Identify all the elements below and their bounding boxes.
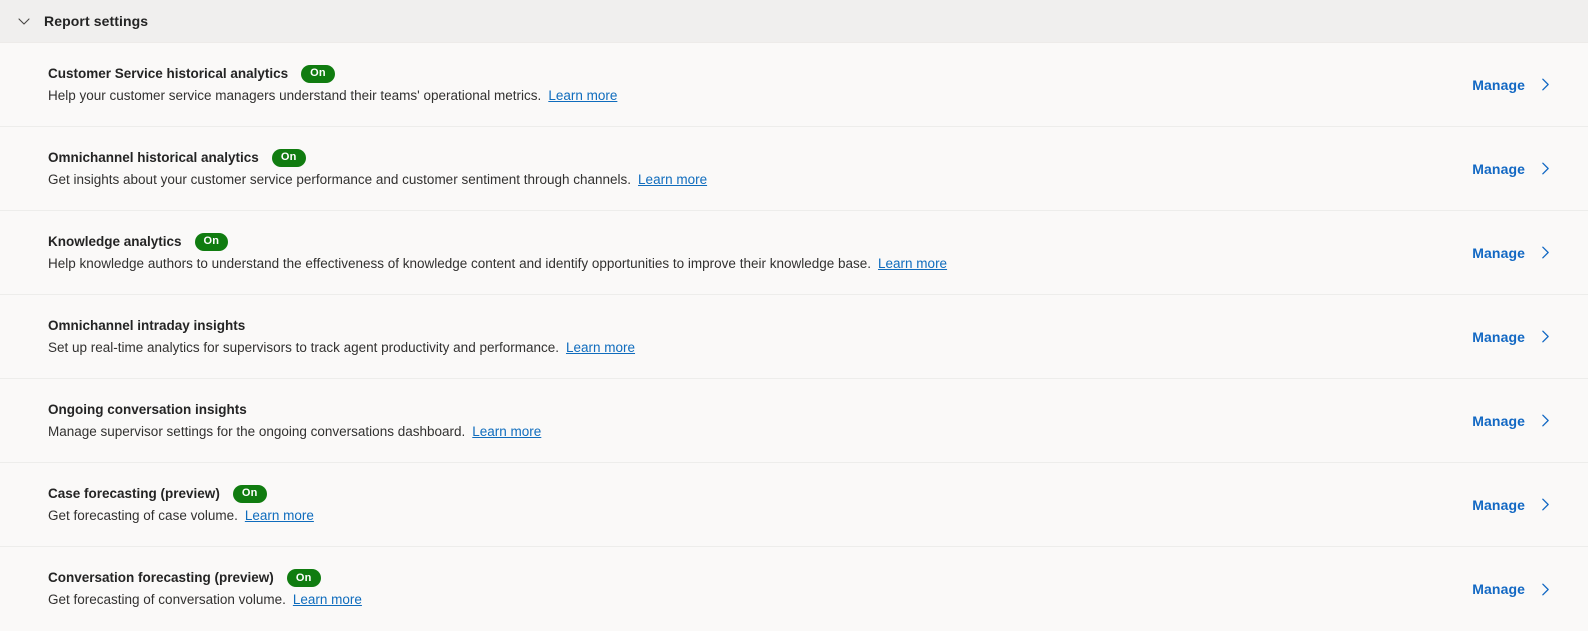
setting-description: Manage supervisor settings for the ongoi… [48,422,541,441]
chevron-right-icon [1537,160,1554,177]
chevron-right-icon [1537,581,1554,598]
manage-button[interactable]: Manage [1472,328,1554,345]
setting-description-text: Get insights about your customer service… [48,171,632,187]
table-row: Omnichannel intraday insights Set up real… [0,295,1588,379]
manage-button[interactable]: Manage [1472,581,1554,598]
learn-more-link[interactable]: Learn more [245,508,314,523]
manage-button[interactable]: Manage [1472,496,1554,513]
status-badge: On [271,148,306,167]
manage-label: Manage [1472,160,1525,177]
setting-info: Knowledge analytics On Help knowledge auth… [48,232,947,273]
report-settings-header[interactable]: Report settings [0,0,1588,43]
setting-title-line: Case forecasting (preview) On [48,484,314,503]
chevron-right-icon [1537,328,1554,345]
table-row: Conversation forecasting (preview) On Get … [0,547,1588,631]
setting-description-text: Help your customer service managers unde… [48,87,542,103]
setting-title-line: Omnichannel historical analytics On [48,148,707,167]
manage-button[interactable]: Manage [1472,412,1554,429]
setting-description: Get insights about your customer service… [48,170,707,189]
manage-button[interactable]: Manage [1472,76,1554,93]
setting-description-text: Manage supervisor settings for the ongoi… [48,423,466,439]
chevron-right-icon [1537,76,1554,93]
settings-list: Customer Service historical analytics On H… [0,43,1588,631]
setting-info: Ongoing conversation insights Manage supe… [48,401,541,441]
setting-info: Conversation forecasting (preview) On Get … [48,569,362,609]
setting-description: Get forecasting of conversation volume. L… [48,590,362,609]
setting-title-line: Omnichannel intraday insights [48,317,635,335]
setting-description-text: Set up real-time analytics for superviso… [48,339,559,355]
setting-title-line: Knowledge analytics On [48,232,947,251]
setting-title-line: Ongoing conversation insights [48,401,541,419]
page-title: Report settings [44,13,149,29]
manage-button[interactable]: Manage [1472,160,1554,177]
status-badge: On [194,232,229,251]
learn-more-link[interactable]: Learn more [293,592,362,607]
setting-description-text: Get forecasting of conversation volume. [48,592,286,607]
status-badge: On [301,64,335,83]
setting-title-line: Conversation forecasting (preview) On [48,569,362,587]
learn-more-link[interactable]: Learn more [548,88,617,103]
manage-label: Manage [1472,496,1525,513]
setting-title: Conversation forecasting (preview) [48,570,274,585]
learn-more-link[interactable]: Learn more [472,424,541,439]
setting-description: Help your customer service managers unde… [48,86,617,105]
chevron-right-icon [1537,412,1554,429]
setting-title: Knowledge analytics [48,233,182,249]
setting-info: Customer Service historical analytics On H… [48,64,617,105]
table-row: Case forecasting (preview) On Get forecast… [0,463,1588,547]
manage-label: Manage [1472,244,1525,261]
learn-more-link[interactable]: Learn more [566,340,635,355]
chevron-right-icon [1537,496,1554,513]
setting-title: Customer Service historical analytics [48,65,289,81]
setting-title: Ongoing conversation insights [48,401,247,417]
setting-description: Get forecasting of case volume. Learn mor… [48,506,314,525]
setting-description-text: Get forecasting of case volume. [48,507,238,523]
chevron-down-icon[interactable] [8,5,40,37]
setting-info: Case forecasting (preview) On Get forecast… [48,484,314,525]
chevron-right-icon [1537,244,1554,261]
setting-title: Omnichannel intraday insights [48,317,246,333]
manage-label: Manage [1472,581,1525,597]
learn-more-link[interactable]: Learn more [638,172,707,187]
manage-label: Manage [1472,328,1525,345]
setting-description-text: Help knowledge authors to understand the… [48,255,872,271]
setting-info: Omnichannel intraday insights Set up real… [48,317,635,357]
setting-info: Omnichannel historical analytics On Get in… [48,148,707,189]
table-row: Customer Service historical analytics On H… [0,43,1588,127]
table-row: Knowledge analytics On Help knowledge auth… [0,211,1588,295]
setting-description: Set up real-time analytics for superviso… [48,338,635,357]
status-badge: On [286,569,321,587]
manage-button[interactable]: Manage [1472,244,1554,261]
table-row: Ongoing conversation insights Manage supe… [0,379,1588,463]
setting-title: Omnichannel historical analytics [48,149,259,165]
setting-title: Case forecasting (preview) [48,485,220,501]
manage-label: Manage [1472,76,1525,93]
manage-label: Manage [1472,412,1525,429]
learn-more-link[interactable]: Learn more [878,256,947,271]
setting-description: Help knowledge authors to understand the… [48,254,947,273]
table-row: Omnichannel historical analytics On Get in… [0,127,1588,211]
setting-title-line: Customer Service historical analytics On [48,64,617,83]
status-badge: On [232,484,267,503]
